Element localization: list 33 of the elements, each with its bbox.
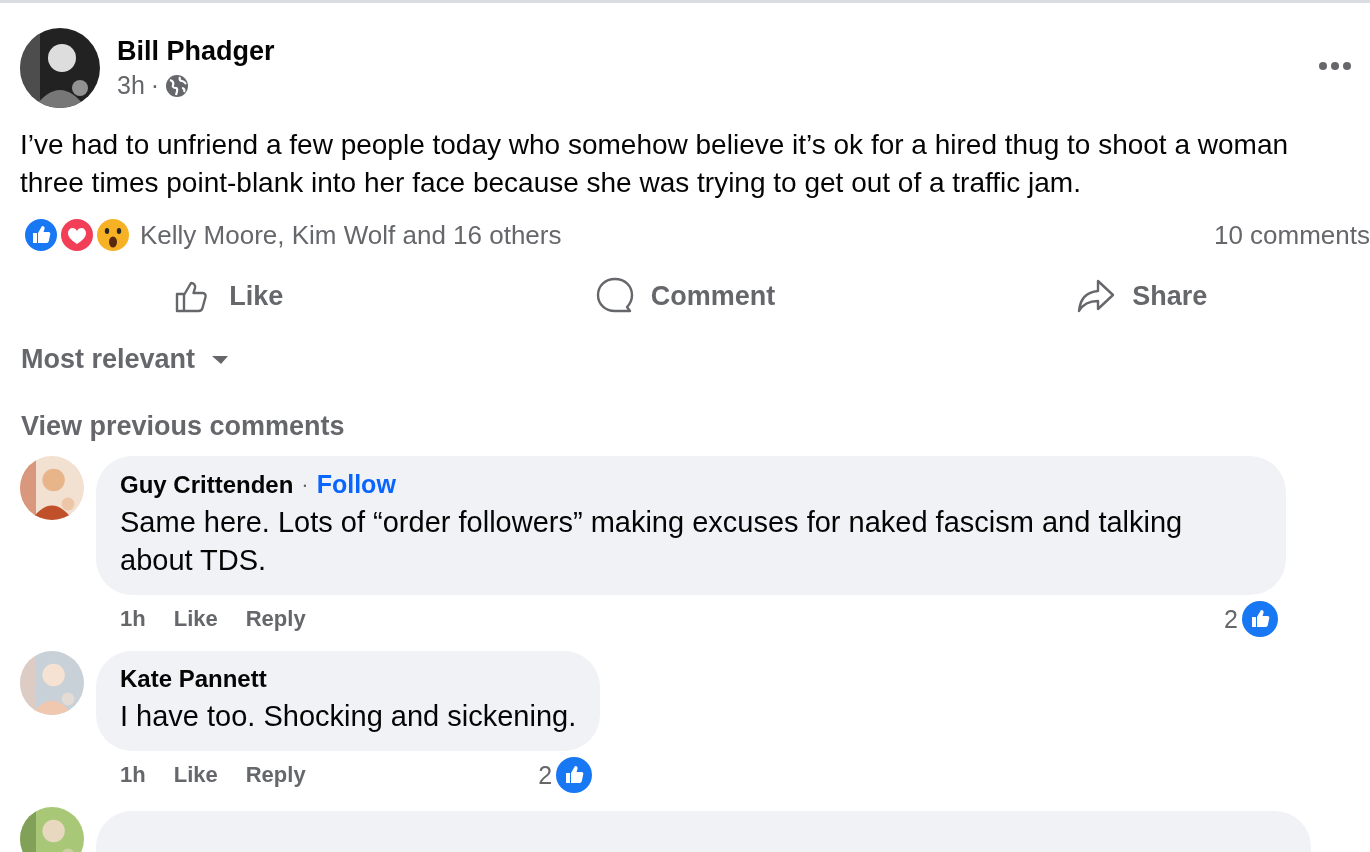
- commenter-name[interactable]: Kate Pannett: [120, 665, 267, 693]
- like-count: 2: [1224, 604, 1238, 634]
- comment-text: I have too. Shocking and sickening.: [120, 699, 577, 734]
- author-name[interactable]: Bill Phadger: [117, 36, 275, 67]
- post-text: I’ve had to unfriend a few people today who somehow believe it’s ok for a hired thug to shoot a woman three times point-blank into her face because she was trying to get out of a traffic jam.: [20, 128, 1290, 200]
- follow-link[interactable]: Follow: [316, 470, 396, 499]
- reply-link[interactable]: Reply: [245, 606, 306, 632]
- share-action-button[interactable]: Share: [913, 268, 1370, 324]
- like-badge-icon: [1242, 601, 1278, 637]
- like-reaction-icon: [22, 216, 60, 254]
- like-count: 2: [538, 760, 553, 790]
- comment-count[interactable]: 10 comments: [1213, 219, 1370, 251]
- commenter-name[interactable]: Guy Crittenden: [120, 470, 294, 499]
- post-time[interactable]: 3h: [117, 71, 145, 100]
- globe-icon: [165, 73, 190, 98]
- separator-dot: ·: [150, 71, 160, 100]
- caret-icon: [211, 353, 230, 366]
- reply-link[interactable]: Reply: [245, 762, 306, 788]
- comment-time[interactable]: 1h: [120, 762, 146, 788]
- like-action-button[interactable]: Like: [0, 268, 457, 324]
- comment-time[interactable]: 1h: [120, 606, 146, 632]
- like-badge-icon: [556, 757, 593, 793]
- heart-reaction-icon: [58, 216, 96, 254]
- like-link[interactable]: Like: [173, 606, 218, 632]
- view-previous-comments-link[interactable]: View previous comments: [21, 411, 345, 442]
- more-options-icon[interactable]: [1318, 61, 1352, 71]
- sort-dropdown[interactable]: Most relevant: [21, 344, 230, 375]
- separator-dot: ·: [301, 471, 309, 498]
- comment-text: Same here. Lots of “order followers” making excuses for naked fascism and talking about TDS.: [120, 505, 1184, 578]
- like-link[interactable]: Like: [173, 762, 218, 788]
- comment-action-button[interactable]: Comment: [456, 268, 914, 324]
- reaction-names[interactable]: Kelly Moore, Kim Wolf and 16 others: [140, 219, 562, 251]
- wow-reaction-icon: [94, 216, 132, 254]
